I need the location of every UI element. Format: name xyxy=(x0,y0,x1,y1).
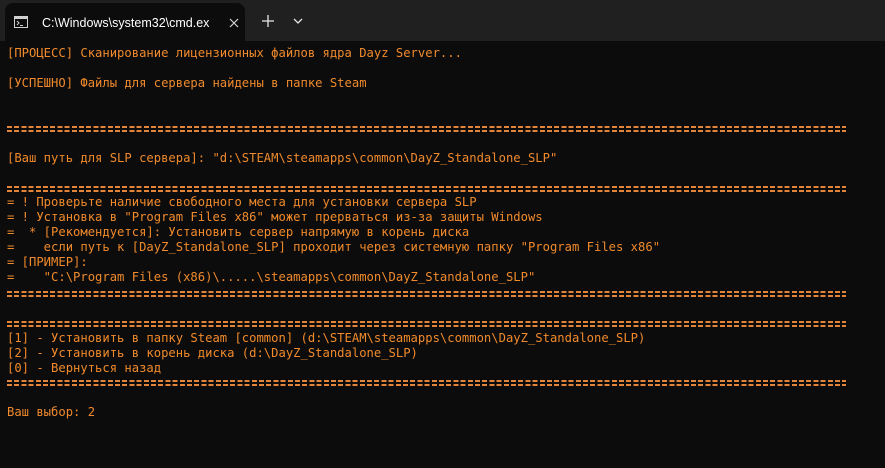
separator-line xyxy=(7,186,846,192)
separator-line xyxy=(7,321,846,327)
tab-cmd[interactable]: C:\Windows\system32\cmd.ex xyxy=(5,3,245,41)
menu-option-2: [2] - Установить в корень диска (d:\DayZ… xyxy=(7,346,418,360)
warning-line: = "C:\Program Files (x86)\.....\steamapp… xyxy=(7,270,536,284)
process-line: [ПРОЦЕСС] Сканирование лицензионных файл… xyxy=(7,46,462,60)
warning-line: = * [Рекомендуется]: Установить сервер н… xyxy=(7,225,470,239)
console-output[interactable]: [ПРОЦЕСС] Сканирование лицензионных файл… xyxy=(0,41,885,468)
warning-line: = [ПРИМЕР]: xyxy=(7,255,88,269)
choice-prompt[interactable]: Ваш выбор: 2 xyxy=(7,405,95,420)
success-line: [УСПЕШНО] Файлы для сервера найдены в па… xyxy=(7,76,367,90)
warning-line: = ! Проверьте наличие свободного места д… xyxy=(7,195,477,209)
separator-line xyxy=(7,126,846,132)
close-icon[interactable] xyxy=(226,15,242,31)
warning-line: = ! Установка в "Program Files x86" може… xyxy=(7,210,543,224)
tab-title: C:\Windows\system32\cmd.ex xyxy=(42,16,210,30)
menu-option-1: [1] - Установить в папку Steam [common] … xyxy=(7,331,646,345)
plus-icon[interactable] xyxy=(257,10,279,32)
warning-line: = если путь к [DayZ_Standalone_SLP] прох… xyxy=(7,240,661,254)
separator-line xyxy=(7,380,846,386)
path-line: [Ваш путь для SLP сервера]: "d:\STEAM\st… xyxy=(7,151,558,165)
chevron-down-icon[interactable] xyxy=(287,10,309,32)
title-bar: C:\Windows\system32\cmd.ex xyxy=(0,0,885,41)
separator-line xyxy=(7,291,846,297)
terminal-window: C:\Windows\system32\cmd.ex [ПРОЦЕСС] Ска… xyxy=(0,0,885,468)
cmd-icon xyxy=(14,16,28,28)
menu-option-0: [0] - Вернуться назад xyxy=(7,361,162,375)
